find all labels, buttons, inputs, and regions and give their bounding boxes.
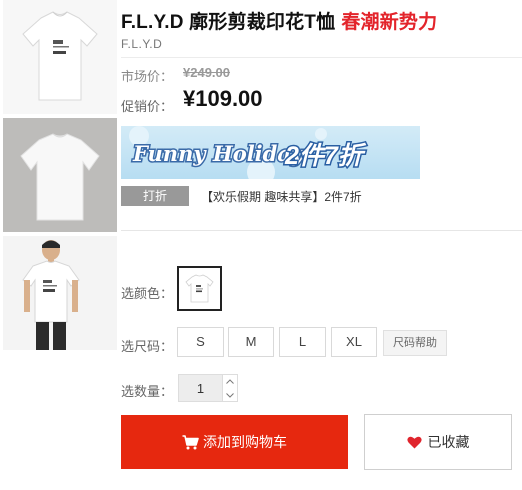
product-title: F.L.Y.D 廓形剪裁印花T恤 春潮新势力	[121, 7, 437, 34]
promo-banner[interactable]: Funny Holiday 2件7折	[121, 126, 420, 179]
thumbnail-model[interactable]	[3, 236, 117, 350]
tshirt-front-image	[22, 11, 98, 101]
market-price-label: 市场价：	[121, 69, 174, 84]
size-option-s[interactable]: S	[177, 327, 224, 357]
thumbnail-list	[3, 0, 117, 350]
banner-offer-text: 2件7折	[284, 142, 367, 170]
quantity-input[interactable]	[178, 374, 223, 402]
sale-price-label: 促销价：	[121, 99, 174, 114]
divider	[121, 57, 522, 58]
color-label: 选颜色：	[121, 286, 174, 301]
discount-tag: 打折	[121, 186, 189, 206]
size-label: 选尺码：	[121, 339, 174, 354]
promo-banner-graphic: Funny Holiday 2件7折	[129, 126, 368, 179]
divider	[121, 230, 522, 231]
size-option-l[interactable]: L	[279, 327, 326, 357]
color-swatch-white[interactable]	[177, 266, 222, 311]
chevron-up-icon[interactable]	[223, 375, 237, 388]
banner-script-text: Funny Holiday	[132, 141, 305, 166]
thumbnail-back[interactable]	[3, 118, 117, 232]
sale-price-value: ¥109.00	[183, 86, 263, 111]
tshirt-back-image	[20, 133, 100, 221]
market-price-value: ¥249.00	[183, 65, 230, 80]
quantity-label: 选数量：	[121, 384, 174, 399]
brand-name: F.L.Y.D	[121, 37, 163, 51]
favorite-button[interactable]: 已收藏	[364, 414, 512, 470]
product-title-text: F.L.Y.D 廓形剪裁印花T恤	[121, 12, 336, 33]
size-help-button[interactable]: 尺码帮助	[383, 330, 447, 356]
heart-icon	[406, 436, 422, 449]
cart-icon	[182, 434, 199, 450]
quantity-stepper	[223, 374, 238, 402]
favorite-label: 已收藏	[427, 434, 470, 450]
promotion-text: 【欢乐假期 趣味共享】2件7折	[201, 190, 362, 204]
thumbnail-front[interactable]	[3, 0, 117, 114]
chevron-down-icon[interactable]	[223, 389, 237, 402]
model-photo-image	[22, 240, 80, 350]
tshirt-swatch-image	[185, 274, 214, 303]
size-option-m[interactable]: M	[228, 327, 274, 357]
size-option-xl[interactable]: XL	[331, 327, 377, 357]
product-title-promo: 春潮新势力	[341, 12, 438, 33]
add-to-cart-label: 添加到购物车	[203, 434, 287, 450]
add-to-cart-button[interactable]: 添加到购物车	[121, 415, 348, 469]
